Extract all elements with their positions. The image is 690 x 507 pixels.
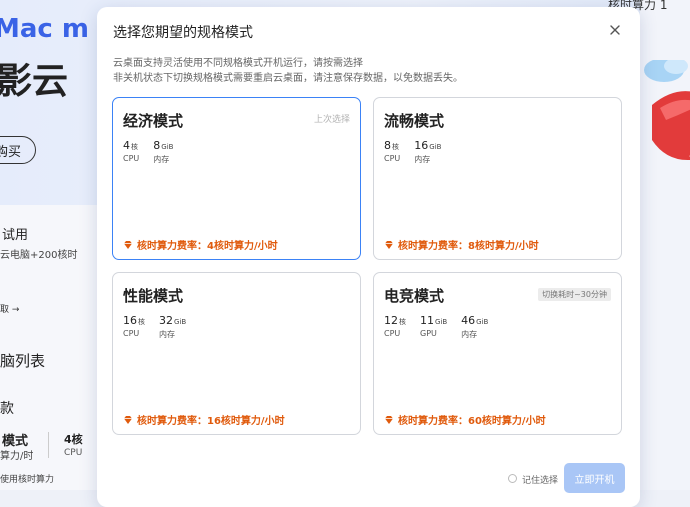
spec-cpu: 4核 CPU xyxy=(123,139,139,165)
cpu-label: CPU xyxy=(64,448,83,458)
rate-row: 核时算力费率：16核时算力/小时 xyxy=(123,412,285,427)
pc-list-heading: 脑列表 xyxy=(0,352,46,370)
mode-name: 性能模式 xyxy=(123,287,184,305)
close-icon[interactable] xyxy=(606,21,624,39)
mode-name: 经济模式 xyxy=(123,112,184,130)
spec-unit: 核 xyxy=(392,143,399,151)
dialog-title: 选择您期望的规格模式 xyxy=(113,25,253,41)
mode-select-dialog: 选择您期望的规格模式 云桌面支持灵活使用不同规格模式开机运行，请按需选择 非关机… xyxy=(97,7,640,507)
hero-title: Mac m xyxy=(0,14,89,44)
spec-memory: 32GiB 内存 xyxy=(159,314,186,340)
diamond-icon xyxy=(385,240,393,249)
last-selected-tag: 上次选择 xyxy=(313,115,350,125)
spec-gpu: 11GiB GPU xyxy=(420,314,447,340)
spec-unit: GiB xyxy=(161,143,174,151)
spec-cpu: 8核 CPU xyxy=(384,139,400,165)
spec-label: CPU xyxy=(123,329,140,338)
spec-label: CPU xyxy=(384,154,401,163)
spec-unit: GiB xyxy=(174,318,187,326)
spec-cpu: 12核 CPU xyxy=(384,314,406,340)
buy-button[interactable]: 购买 xyxy=(0,136,36,164)
trial-title: 试用 xyxy=(2,228,29,243)
dialog-description-2: 非关机状态下切换规格模式需要重启云桌面，请注意保存数据，以免数据丢失。 xyxy=(113,73,463,84)
mode-card-esports[interactable]: 电竞模式 切换耗时~30分钟 12核 CPU 11GiB GPU 46GiB 内… xyxy=(373,272,622,435)
remember-choice-radio[interactable] xyxy=(508,474,517,483)
section-heading: 款 xyxy=(0,401,14,417)
current-mode-sub: 算力/时 xyxy=(0,451,34,462)
mode-specs: 16核 CPU 32GiB 内存 xyxy=(123,314,200,340)
hero-subtitle: 影云 xyxy=(0,61,69,102)
decorative-illustration xyxy=(644,60,690,160)
start-now-button[interactable]: 立即开机 xyxy=(564,463,625,493)
spec-cpu: 16核 CPU xyxy=(123,314,145,340)
mode-name: 电竞模式 xyxy=(384,287,445,305)
diamond-icon xyxy=(385,415,393,424)
rate-row: 核时算力费率：60核时算力/小时 xyxy=(384,412,546,427)
mode-card-economy[interactable]: 经济模式 上次选择 4核 CPU 8GiB 内存 核时算力费率：4核时算力/小时 xyxy=(112,97,361,260)
spec-label: 内存 xyxy=(159,330,175,339)
spec-label: GPU xyxy=(420,329,437,338)
rate-row: 核时算力费率：8核时算力/小时 xyxy=(384,237,539,252)
spec-unit: 核 xyxy=(399,318,406,326)
diamond-icon xyxy=(124,415,132,424)
spec-value: 46 xyxy=(461,314,476,327)
remember-choice-label[interactable]: 记住选择 xyxy=(522,473,558,486)
spec-value: 32 xyxy=(159,314,173,327)
cpu-count: 4核 xyxy=(64,433,83,446)
spec-label: CPU xyxy=(384,329,401,338)
spec-unit: 核 xyxy=(131,143,138,151)
spec-label: CPU xyxy=(123,154,140,163)
spec-label: 内存 xyxy=(414,155,431,164)
spec-value: 11 xyxy=(420,314,434,327)
spec-value: 8 xyxy=(153,139,161,152)
spec-value: 8 xyxy=(384,139,391,152)
spec-value: 12 xyxy=(384,314,398,327)
spec-label: 内存 xyxy=(461,330,478,339)
rate-text: 核时算力费率：16核时算力/小时 xyxy=(137,416,285,427)
mode-specs: 8核 CPU 16GiB 内存 xyxy=(384,139,455,165)
usage-hint: 使用核时算力 xyxy=(0,475,55,485)
rate-text: 核时算力费率：60核时算力/小时 xyxy=(398,416,546,427)
mode-card-smooth[interactable]: 流畅模式 8核 CPU 16GiB 内存 核时算力费率：8核时算力/小时 xyxy=(373,97,622,260)
spec-value: 16 xyxy=(414,139,429,152)
spec-unit: GiB xyxy=(429,143,442,151)
switch-time-tag: 切换耗时~30分钟 xyxy=(538,288,611,301)
spec-memory: 16GiB 内存 xyxy=(414,139,441,165)
spec-unit: GiB xyxy=(476,318,489,326)
spec-value: 4 xyxy=(123,139,130,152)
mode-specs: 4核 CPU 8GiB 内存 xyxy=(123,139,187,165)
rate-text: 核时算力费率：4核时算力/小时 xyxy=(137,241,278,252)
spec-value: 16 xyxy=(123,314,137,327)
mode-specs: 12核 CPU 11GiB GPU 46GiB 内存 xyxy=(384,314,502,340)
diamond-icon xyxy=(124,240,132,249)
divider xyxy=(48,432,49,458)
spec-memory: 46GiB 内存 xyxy=(461,314,488,340)
trial-link[interactable]: 取 → xyxy=(0,302,19,315)
trial-subtitle: 云电脑+200核时 xyxy=(0,250,78,261)
spec-unit: 核 xyxy=(138,318,145,326)
mode-card-performance[interactable]: 性能模式 16核 CPU 32GiB 内存 核时算力费率：16核时算力/小时 xyxy=(112,272,361,435)
mode-name: 流畅模式 xyxy=(384,112,445,130)
spec-memory: 8GiB 内存 xyxy=(153,139,173,165)
rate-row: 核时算力费率：4核时算力/小时 xyxy=(123,237,278,252)
dialog-description-1: 云桌面支持灵活使用不同规格模式开机运行，请按需选择 xyxy=(113,58,363,69)
spec-label: 内存 xyxy=(153,155,170,164)
rate-text: 核时算力费率：8核时算力/小时 xyxy=(398,241,539,252)
spec-unit: GiB xyxy=(435,318,448,326)
